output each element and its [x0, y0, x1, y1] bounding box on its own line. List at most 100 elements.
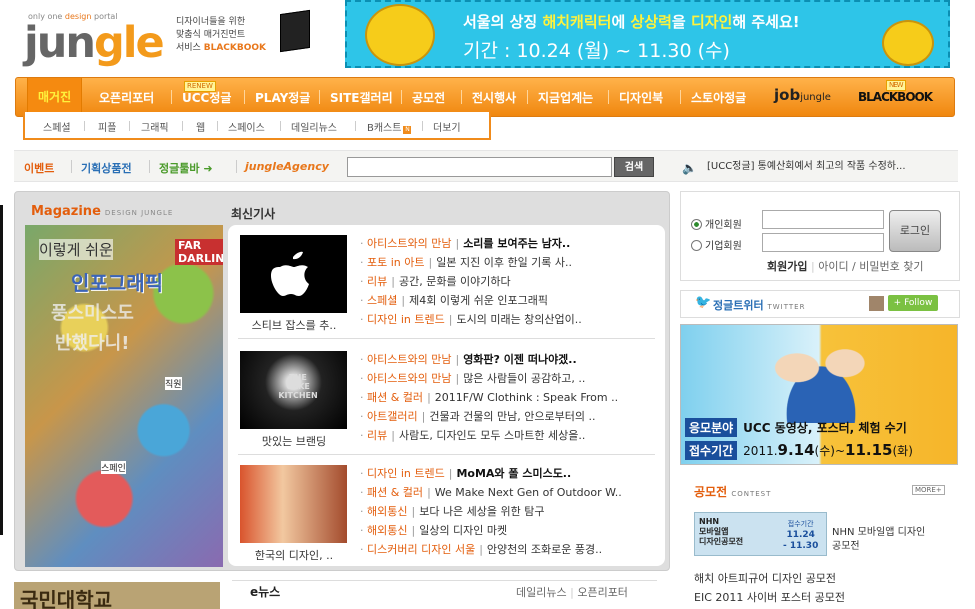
- enews-tab-reporter[interactable]: 오픈리포터: [577, 586, 628, 599]
- nav-store-jungle[interactable]: 스토아정글: [691, 89, 746, 106]
- enews-divider: [232, 580, 657, 581]
- nav-blackbook[interactable]: NEW BLACKBOOK: [858, 80, 933, 104]
- more-button[interactable]: MORE+: [912, 485, 945, 495]
- twitter-bird-icon: 🐦: [695, 295, 712, 310]
- article-item[interactable]: 해외통신|일상의 디자인 마켓: [360, 522, 622, 541]
- content-panel: MagazineDESIGN JUNGLE 이렇게 쉬운 FAR DARLING…: [14, 191, 670, 571]
- sub-nav: 스페셜 피플 그래픽 웹 스페이스 데일리뉴스 B캐스트 N 더보기: [23, 112, 491, 140]
- article-item[interactable]: 포토 in 아트|일본 지진 이후 한일 기록 사..: [360, 254, 582, 273]
- main-nav: 매거진 오픈리포터 RENEW UCC정글 PLAY정글 SITE갤러리 공모전 …: [15, 77, 955, 117]
- avatar[interactable]: [869, 296, 884, 311]
- util-event[interactable]: 이벤트: [24, 160, 54, 176]
- search-button[interactable]: 검색: [614, 157, 654, 177]
- password-input[interactable]: [762, 233, 884, 252]
- find-account-link[interactable]: 아이디 / 비밀번호 찾기: [818, 260, 923, 273]
- arrow-icon: ➜: [203, 162, 213, 175]
- article-thumbnail[interactable]: THE CAKE KITCHEN: [240, 351, 347, 429]
- subnav-special[interactable]: 스페셜: [43, 119, 71, 134]
- subnav-graphic[interactable]: 그래픽: [141, 119, 169, 134]
- thumbnail-caption[interactable]: 한국의 디자인, ..: [238, 547, 350, 563]
- thumbnail-caption[interactable]: 맛있는 브랜딩: [238, 433, 350, 449]
- blackbook-promo-text: 디자이너들을 위한 맞춤식 매거진먼트 서비스 BLACKBOOK: [176, 17, 266, 53]
- article-item[interactable]: 디자인 in 트렌드|도시의 미래는 창의산업이..: [360, 311, 582, 330]
- contest-item[interactable]: 해치 아트피규어 디자인 공모전: [694, 570, 836, 586]
- ucc-period-row: 접수기간 2011.9.14(수)~11.15(화): [685, 441, 913, 460]
- article-item[interactable]: 리뷰|공간, 문화를 이야기하다: [360, 273, 582, 292]
- join-link[interactable]: 회원가입: [767, 260, 807, 273]
- id-input[interactable]: [762, 210, 884, 229]
- feature-text: 풍스미스도: [51, 303, 134, 324]
- subnav-daily-news[interactable]: 데일리뉴스: [291, 119, 337, 134]
- login-links: 회원가입 | 아이디 / 비밀번호 찾기: [767, 260, 924, 273]
- article-item[interactable]: 아티스트와의 만남|영화판? 이젠 떠나야겠..: [360, 351, 618, 370]
- article-thumbnail[interactable]: [240, 235, 347, 313]
- article-item[interactable]: 패션 & 컬러|We Make Next Gen of Outdoor W..: [360, 484, 622, 503]
- feature-text: 스페인: [101, 461, 126, 474]
- blackbook-promo[interactable]: 디자이너들을 위한 맞춤식 매거진먼트 서비스 BLACKBOOK: [172, 9, 322, 64]
- nav-job-jungle[interactable]: jobjungle: [774, 86, 831, 104]
- subnav-space[interactable]: 스페이스: [228, 119, 265, 134]
- contest-item[interactable]: EIC 2011 사이버 포스터 공모전: [694, 589, 845, 605]
- radio-unchecked-icon: [691, 240, 702, 251]
- article-item[interactable]: 디스커버리 디자인 서울|안양천의 조화로운 풍경..: [360, 541, 622, 560]
- util-jungle-agency[interactable]: jungleAgency: [245, 160, 329, 173]
- kookmin-university-banner[interactable]: 국민대학교: [14, 582, 220, 609]
- login-box: 개인회원 기업회원 로그인 회원가입 | 아이디 / 비밀번호 찾기: [680, 191, 960, 281]
- util-toolbar[interactable]: 정글툴바 ➜: [159, 160, 213, 176]
- enews-tab-daily[interactable]: 데일리뉴스: [516, 586, 567, 599]
- article-item[interactable]: 패션 & 컬러|2011F/W Clothink : Speak From ..: [360, 389, 618, 408]
- nav-magazine[interactable]: 매거진: [27, 78, 83, 116]
- util-special-products[interactable]: 기획상품전: [81, 160, 132, 176]
- enews-tabs: 데일리뉴스 | 오픈리포터: [516, 586, 628, 599]
- speaker-icon: 🔈: [682, 161, 697, 175]
- nav-exhibition[interactable]: 전시행사: [472, 89, 516, 106]
- article-item[interactable]: 아티스트와의 만남|많은 사람들이 공감하고, ..: [360, 370, 618, 389]
- new-badge: NEW: [886, 80, 906, 91]
- article-item[interactable]: 디자인 in 트렌드|MoMA와 폴 스미스도..: [360, 465, 622, 484]
- contest-thumb-date: 접수기간 11.24- 11.30: [783, 520, 819, 551]
- nav-ucc-jungle[interactable]: RENEW UCC정글: [182, 81, 231, 106]
- magazine-feature-image[interactable]: 이렇게 쉬운 FAR DARLING 인포그래픽 풍스미스도 반했다니! 직원 …: [25, 225, 223, 567]
- logo-wordmark: jungle: [24, 18, 165, 68]
- new-badge-icon: N: [403, 126, 412, 134]
- feature-text: 직원: [165, 377, 182, 390]
- article-item[interactable]: 스페셜|제4회 이렇게 쉬운 인포그래픽: [360, 292, 582, 311]
- notice-ticker[interactable]: 🔈 [UCC정글] 통예산회예서 최고의 작품 수정하...: [682, 154, 952, 180]
- subnav-more[interactable]: 더보기: [433, 119, 461, 134]
- nav-design-book[interactable]: 디자인북: [619, 89, 663, 106]
- haechi-mascot-icon: [365, 4, 435, 66]
- ucc-field-row: 응모분야 UCC 동영상, 포스터, 체험 수기: [685, 418, 907, 437]
- subnav-bcast[interactable]: B캐스트 N: [367, 119, 412, 134]
- subnav-people[interactable]: 피플: [98, 119, 116, 134]
- thumbnail-caption[interactable]: 스티브 잡스를 추..: [238, 317, 350, 333]
- nav-industry-now[interactable]: 지금업계는: [538, 89, 593, 106]
- article-item[interactable]: 리뷰|사람도, 디자인도 모두 스마트한 세상을..: [360, 427, 618, 446]
- subnav-web[interactable]: 웹: [196, 119, 205, 134]
- ucc-contest-banner[interactable]: 응모분야 UCC 동영상, 포스터, 체험 수기 접수기간 2011.9.14(수)…: [680, 324, 958, 465]
- banner-headline: 서울의 상징 해치캐릭터에 상상력을 디자인해 주세요!: [463, 13, 800, 31]
- contest-thumb-caption[interactable]: NHN 모바일앱 디자인 공모전: [832, 526, 925, 554]
- article-item[interactable]: 해외통신|보다 나은 세상을 위한 탐구: [360, 503, 622, 522]
- radio-personal[interactable]: 개인회원: [691, 216, 742, 231]
- article-item[interactable]: 아트갤러리|건물과 건물의 만남, 안으로부터의 ..: [360, 408, 618, 427]
- search-input[interactable]: [347, 157, 612, 177]
- follow-button[interactable]: + Follow: [888, 295, 938, 311]
- feature-text: 반했다니!: [55, 333, 130, 354]
- nav-site-gallery[interactable]: SITE갤러리: [330, 89, 393, 106]
- top-banner[interactable]: 서울의 상징 해치캐릭터에 상상력을 디자인해 주세요! 기간 : 10.24 …: [345, 0, 950, 68]
- site-logo[interactable]: only one design portal jungle: [22, 12, 165, 68]
- article-group: 스티브 잡스를 추.. 아티스트와의 만남|소리를 보여주는 남자.. 포토 i…: [228, 225, 665, 339]
- nav-open-reporter[interactable]: 오픈리포터: [99, 89, 154, 106]
- nav-play-jungle[interactable]: PLAY정글: [255, 89, 310, 106]
- login-button[interactable]: 로그인: [889, 210, 941, 252]
- nav-contest[interactable]: 공모전: [412, 89, 445, 106]
- feature-text: 인포그래픽: [71, 271, 163, 295]
- article-item[interactable]: 아티스트와의 만남|소리를 보여주는 남자..: [360, 235, 582, 254]
- contest-title: 공모전 CONTEST: [694, 485, 772, 499]
- twitter-widget: 🐦 정글트위터 TWITTER + Follow: [680, 290, 960, 318]
- radio-company[interactable]: 기업회원: [691, 237, 742, 252]
- article-thumbnail[interactable]: [240, 465, 347, 543]
- latest-articles: 스티브 잡스를 추.. 아티스트와의 만남|소리를 보여주는 남자.. 포토 i…: [228, 225, 665, 566]
- article-list: 아티스트와의 만남|소리를 보여주는 남자.. 포토 in 아트|일본 지진 이…: [360, 235, 582, 330]
- contest-thumbnail[interactable]: NHN 모바일앱 디자인공모전 접수기간 11.24- 11.30: [694, 512, 827, 556]
